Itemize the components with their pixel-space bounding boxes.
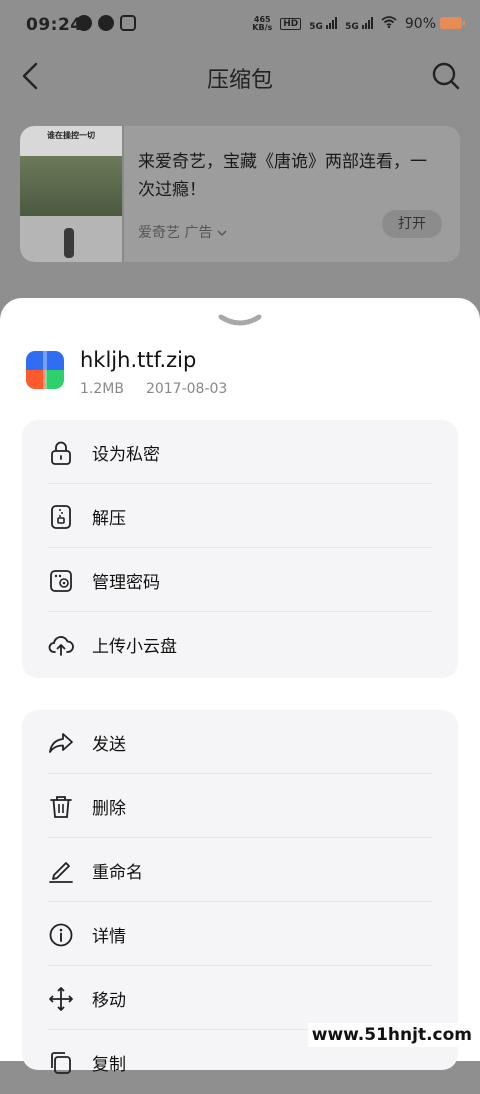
unzip-icon bbox=[48, 504, 74, 530]
signal-sim1-icon: 5G bbox=[309, 16, 338, 32]
ad-card[interactable]: 谁在操控一切 来爱奇艺，宝藏《唐诡》两部连看，一次过瘾！ 爱奇艺 广告 打开 bbox=[20, 126, 460, 262]
battery-percent: 90% bbox=[404, 16, 436, 32]
sheet-handle[interactable] bbox=[217, 312, 263, 326]
ad-thumbnail-caption: 谁在操控一切 bbox=[47, 131, 95, 140]
action-label: 发送 bbox=[92, 735, 126, 755]
info-icon bbox=[48, 922, 74, 948]
file-size: 1.2MB bbox=[80, 381, 124, 397]
file-actions-sheet: hkljh.ttf.zip 1.2MB 2017-08-03 设为私密 解压 管… bbox=[0, 298, 480, 1075]
pencil-icon bbox=[48, 858, 74, 884]
chevron-down-icon bbox=[217, 225, 227, 241]
search-icon bbox=[430, 62, 462, 96]
secondary-actions-group: 发送 删除 重命名 详情 移动 复制 bbox=[22, 710, 458, 1075]
ad-source-label[interactable]: 爱奇艺 广告 bbox=[138, 222, 227, 242]
status-time: 09:24 bbox=[26, 15, 83, 35]
wifi-icon bbox=[381, 16, 397, 32]
action-move[interactable]: 移动 bbox=[22, 966, 458, 1030]
watermark: www.51hnjt.com bbox=[307, 1023, 476, 1047]
action-details[interactable]: 详情 bbox=[22, 902, 458, 966]
location-icon bbox=[98, 15, 114, 31]
search-button[interactable] bbox=[430, 60, 462, 92]
action-label: 详情 bbox=[92, 927, 126, 947]
file-name: hkljh.ttf.zip bbox=[80, 348, 197, 372]
battery-icon bbox=[440, 17, 462, 29]
action-label: 解压 bbox=[92, 509, 126, 529]
hd-badge: HD bbox=[280, 18, 302, 30]
notification-icons bbox=[76, 15, 136, 31]
notification-app-icon bbox=[76, 15, 92, 31]
action-manage-password[interactable]: 管理密码 bbox=[22, 548, 458, 612]
signal-sim2-icon: 5G bbox=[345, 16, 373, 32]
ad-headline: 来爱奇艺，宝藏《唐诡》两部连看，一次过瘾！ bbox=[138, 152, 427, 200]
action-send[interactable]: 发送 bbox=[22, 710, 458, 774]
chevron-down-icon bbox=[217, 312, 263, 331]
share-icon bbox=[48, 730, 74, 756]
action-label: 设为私密 bbox=[92, 445, 160, 465]
zip-file-icon bbox=[26, 351, 64, 389]
file-date: 2017-08-03 bbox=[145, 381, 228, 397]
primary-actions-group: 设为私密 解压 管理密码 上传小云盘 bbox=[22, 420, 458, 678]
action-label: 管理密码 bbox=[92, 573, 160, 593]
action-delete[interactable]: 删除 bbox=[22, 774, 458, 838]
network-speed: 465 KB/s bbox=[252, 15, 273, 32]
action-label: 移动 bbox=[92, 991, 126, 1011]
action-label: 重命名 bbox=[92, 863, 143, 883]
top-app-bar: 压缩包 bbox=[0, 52, 480, 102]
trash-icon bbox=[48, 794, 74, 820]
action-set-private[interactable]: 设为私密 bbox=[22, 420, 458, 484]
app-notification-icon bbox=[120, 15, 136, 31]
status-right-icons: 465 KB/s HD 5G 5G 90% bbox=[252, 15, 436, 33]
status-bar: 09:24 465 KB/s HD 5G 5G 90% bbox=[0, 0, 480, 52]
cloud-upload-icon bbox=[48, 632, 74, 658]
move-icon bbox=[48, 986, 74, 1012]
lock-icon bbox=[48, 440, 74, 466]
action-label: 删除 bbox=[92, 799, 126, 819]
action-unzip[interactable]: 解压 bbox=[22, 484, 458, 548]
copy-icon bbox=[48, 1050, 74, 1076]
password-manage-icon bbox=[48, 568, 74, 594]
action-upload-cloud[interactable]: 上传小云盘 bbox=[22, 612, 458, 676]
action-label: 复制 bbox=[92, 1055, 126, 1075]
action-label: 上传小云盘 bbox=[92, 637, 177, 657]
page-title: 压缩包 bbox=[206, 68, 273, 93]
ad-thumbnail: 谁在操控一切 bbox=[20, 126, 122, 262]
ad-open-button[interactable]: 打开 bbox=[382, 210, 442, 238]
file-meta: 1.2MB 2017-08-03 bbox=[80, 381, 227, 397]
action-rename[interactable]: 重命名 bbox=[22, 838, 458, 902]
